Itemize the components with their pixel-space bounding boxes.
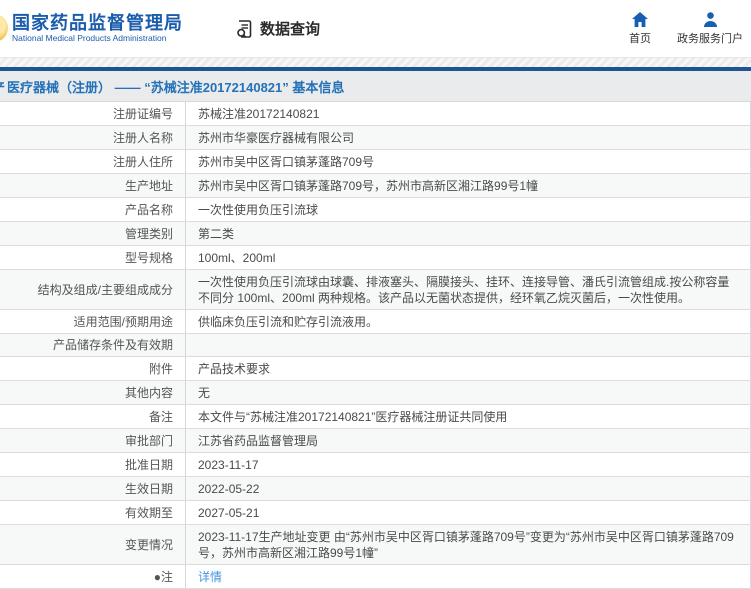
table-row: 有效期至 2027-05-21 [0, 501, 750, 525]
row-value: 产品技术要求 [198, 362, 271, 376]
row-label: 注册证编号 [0, 102, 186, 125]
data-query-tab[interactable]: 数据查询 [235, 18, 320, 39]
row-label: 产品名称 [0, 198, 186, 221]
row-value: 2023-11-17 [198, 458, 259, 472]
row-value: 本文件与“苏械注准20172140821”医疗器械注册证共同使用 [198, 410, 508, 424]
agency-name-cn: 国家药品监督管理局 [12, 12, 183, 33]
row-value: 苏州市吴中区胥口镇茅蓬路709号 [198, 155, 375, 169]
row-label: 型号规格 [0, 246, 186, 269]
table-row: 产品名称 一次性使用负压引流球 [0, 198, 750, 222]
table-row: 审批部门 江苏省药品监督管理局 [0, 429, 750, 453]
row-label: 注册人住所 [0, 150, 186, 173]
hatched-divider-band [0, 57, 751, 67]
data-query-label: 数据查询 [260, 21, 321, 38]
nav-gov-service-portal[interactable]: 政务服务门户 [677, 11, 743, 46]
site-header: 国家药品监督管理局 National Medical Products Admi… [0, 0, 751, 57]
top-navigation: 首页 政务服务门户 [629, 11, 743, 46]
row-label: 生产地址 [0, 174, 186, 197]
row-value: 2023-11-17生产地址变更 由“苏州市吴中区胥口镇茅蓬路709号”变更为“… [198, 530, 734, 560]
row-label: 有效期至 [0, 501, 186, 524]
document-search-icon [235, 19, 255, 39]
row-label: 管理类别 [0, 222, 186, 245]
person-icon [703, 11, 718, 27]
table-row: 注册证编号 苏械注准20172140821 [0, 102, 750, 126]
row-label: 生效日期 [0, 477, 186, 500]
row-value: 一次性使用负压引流球由球囊、排液塞头、隔膜接头、挂环、连接导管、潘氏引流管组成.… [198, 275, 730, 305]
row-value: 苏械注准20172140821 [198, 107, 320, 121]
row-value: 100ml、200ml [198, 251, 276, 265]
table-row: 管理类别 第二类 [0, 222, 750, 246]
table-row: 适用范围/预期用途 供临床负压引流和贮存引流液用。 [0, 310, 750, 334]
table-row-note: ●注 详情 [0, 565, 750, 589]
row-label: ●注 [0, 565, 186, 588]
row-value: 苏州市华豪医疗器械有限公司 [198, 131, 355, 145]
table-row: 型号规格 100ml、200ml [0, 246, 750, 270]
row-label: 注册人名称 [0, 126, 186, 149]
table-row: 其他内容无 [0, 381, 750, 405]
page-title: 医疗器械（注册） —— “苏械注准20172140821” 基本信息 [7, 79, 345, 95]
row-value: 2022-05-22 [198, 482, 260, 496]
breadcrumb-clipped-char: 产 [0, 77, 7, 96]
agency-name-en: National Medical Products Administration [12, 33, 167, 44]
row-label: 变更情况 [0, 525, 186, 564]
agency-logo [0, 14, 8, 42]
row-label: 附件 [0, 357, 186, 380]
row-label: 审批部门 [0, 429, 186, 452]
table-row: 生效日期 2022-05-22 [0, 477, 750, 501]
table-row: 批准日期 2023-11-17 [0, 453, 750, 477]
row-label: 批准日期 [0, 453, 186, 476]
table-row: 注册人名称 苏州市华豪医疗器械有限公司 [0, 126, 750, 150]
row-value: 2027-05-21 [198, 506, 260, 520]
row-value: 无 [198, 386, 211, 400]
row-label: 适用范围/预期用途 [0, 310, 186, 333]
row-value: 苏州市吴中区胥口镇茅蓬路709号，苏州市高新区湘江路99号1幢 [198, 179, 539, 193]
table-row-change-history: 变更情况 2023-11-17生产地址变更 由“苏州市吴中区胥口镇茅蓬路709号”… [0, 525, 750, 565]
nav-portal-label: 政务服务门户 [677, 32, 743, 45]
row-value: 江苏省药品监督管理局 [198, 434, 319, 448]
table-row: 备注 本文件与“苏械注准20172140821”医疗器械注册证共同使用 [0, 405, 750, 429]
row-value: 第二类 [198, 227, 235, 241]
agency-brand: 国家药品监督管理局 National Medical Products Admi… [12, 12, 183, 44]
row-value [186, 334, 750, 356]
row-label: 结构及组成/主要组成成分 [0, 270, 186, 309]
table-row: 产品储存条件及有效期 [0, 334, 750, 357]
table-row: 附件 产品技术要求 [0, 357, 750, 381]
row-label: 产品储存条件及有效期 [0, 334, 186, 356]
table-row-structure: 结构及组成/主要组成成分 一次性使用负压引流球由球囊、排液塞头、隔膜接头、挂环、连… [0, 270, 750, 310]
nav-home-label: 首页 [629, 32, 651, 45]
table-row: 生产地址 苏州市吴中区胥口镇茅蓬路709号，苏州市高新区湘江路99号1幢 [0, 174, 750, 198]
row-value: 详情 [186, 565, 750, 588]
home-icon [632, 11, 648, 27]
registration-info-table: 注册证编号 苏械注准20172140821 注册人名称 苏州市华豪医疗器械有限公司 … [0, 102, 751, 589]
row-value: 一次性使用负压引流球 [198, 203, 319, 217]
details-link[interactable]: 详情 [198, 569, 222, 585]
row-label: 备注 [0, 405, 186, 428]
nav-home[interactable]: 首页 [629, 11, 651, 46]
row-label: 其他内容 [0, 381, 186, 404]
table-row: 注册人住所 苏州市吴中区胥口镇茅蓬路709号 [0, 150, 750, 174]
breadcrumb: 产 医疗器械（注册） —— “苏械注准20172140821” 基本信息 [0, 71, 751, 102]
row-value: 供临床负压引流和贮存引流液用。 [198, 315, 379, 329]
